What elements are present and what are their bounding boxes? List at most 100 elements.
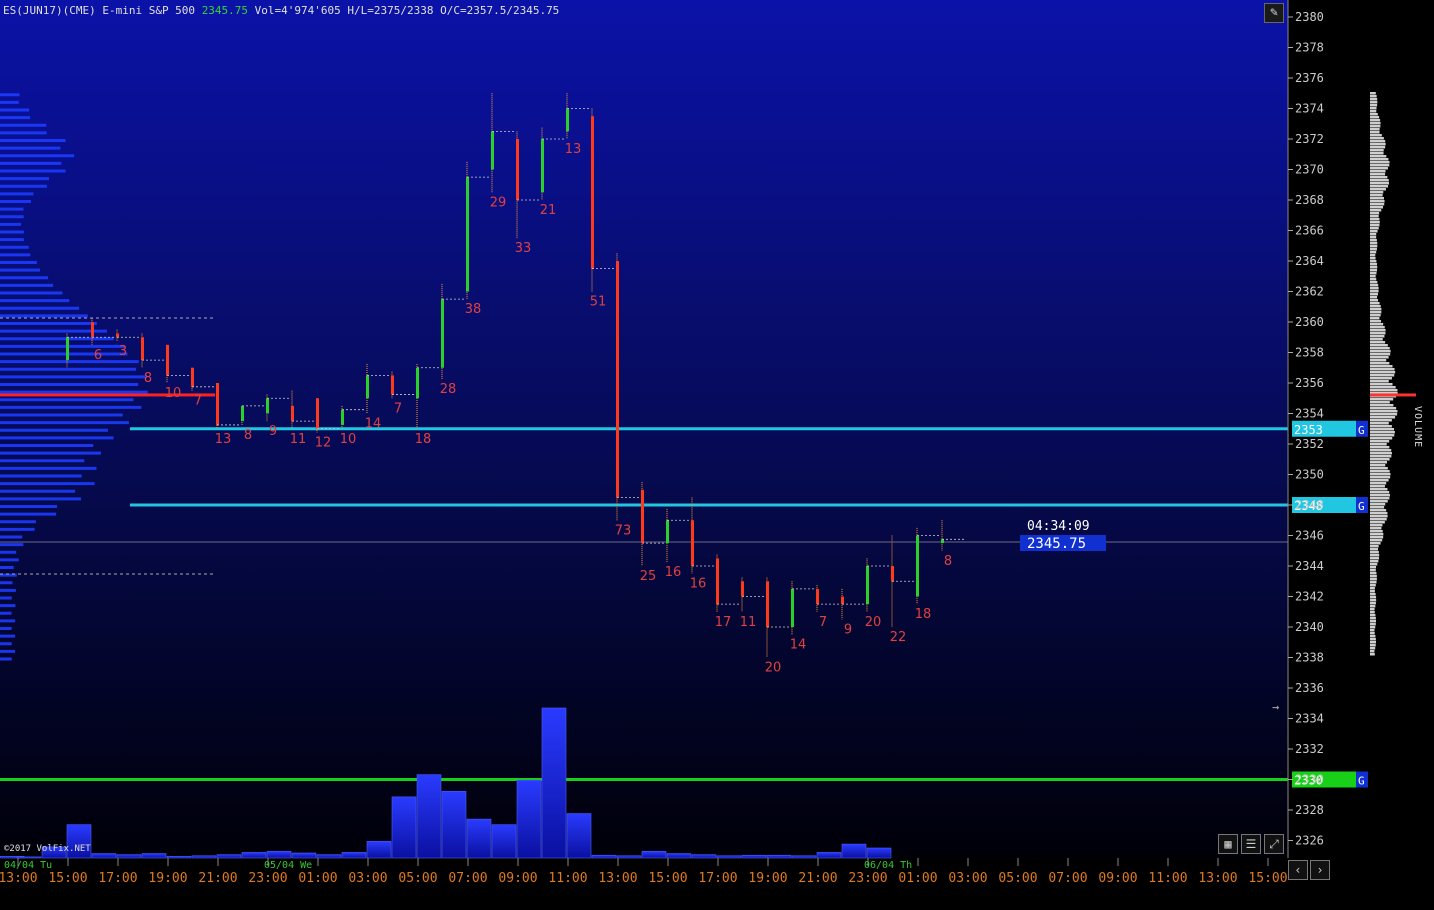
rprofile-row (1370, 500, 1388, 503)
volume-bar (491, 824, 517, 859)
rprofile-row (1370, 101, 1378, 104)
rprofile-row (1370, 398, 1394, 401)
bar-count: 11 (290, 432, 307, 447)
bar-count: 18 (915, 607, 932, 622)
scroll-right-icon[interactable]: › (1310, 860, 1330, 880)
profile-row (0, 268, 41, 272)
time-tick-label: 13:00 (1198, 871, 1237, 886)
bar-body (341, 409, 344, 425)
rprofile-row (1370, 293, 1378, 296)
countdown: 04:34:09 (1027, 519, 1090, 534)
profile-row (0, 200, 31, 203)
rprofile-row (1370, 506, 1385, 509)
rprofile-row (1370, 365, 1393, 368)
bar-body (316, 398, 319, 429)
rprofile-row (1370, 587, 1375, 590)
rprofile-row (1370, 191, 1384, 194)
rprofile-row (1370, 275, 1376, 278)
profile-row (0, 505, 58, 508)
rprofile-row (1370, 188, 1386, 191)
rprofile-row (1370, 521, 1385, 524)
rprofile-row (1370, 155, 1387, 158)
profile-row (0, 436, 114, 440)
rprofile-row (1370, 491, 1390, 494)
rprofile-row (1370, 245, 1378, 248)
profile-row (0, 604, 16, 608)
profile-row (0, 306, 80, 310)
profile-row (0, 421, 129, 425)
rprofile-row (1370, 611, 1375, 614)
profile-row (0, 245, 29, 249)
profile-row (0, 123, 47, 127)
profile-row (0, 253, 31, 257)
price-tick-label: 2340 (1295, 620, 1324, 634)
grid-icon[interactable]: ▦ (1218, 834, 1238, 854)
time-tick-label: 23:00 (848, 871, 887, 886)
bar-count: 10 (340, 432, 357, 447)
price-chart[interactable]: 2353 G2348 G2330 G 6 3810713 8 911 12 1014718283… (0, 0, 1434, 910)
rprofile-row (1370, 353, 1391, 356)
profile-row (0, 535, 23, 539)
rprofile-row (1370, 161, 1390, 164)
profile-row (0, 161, 62, 165)
volume-bar (741, 854, 767, 859)
price-tick-label: 2354 (1295, 407, 1324, 421)
rprofile-row (1370, 107, 1377, 110)
profile-row (0, 466, 97, 470)
bar-count: 73 (615, 523, 632, 538)
bar-count: 25 (640, 569, 657, 584)
bar-body (891, 566, 894, 582)
rprofile-row (1370, 410, 1398, 413)
bar-count: 14 (365, 417, 382, 432)
rprofile-row (1370, 122, 1381, 125)
bar-body (166, 344, 169, 376)
rprofile-row (1370, 380, 1389, 383)
rprofile-row (1370, 374, 1395, 377)
rprofile-row (1370, 362, 1390, 365)
price-tick-label: 2374 (1295, 102, 1324, 116)
price-tick-label: 2352 (1295, 437, 1324, 451)
pencil-icon[interactable]: ✎ (1264, 3, 1284, 23)
fullscreen-icon[interactable]: ⤢ (1264, 834, 1284, 854)
bar-body (116, 333, 119, 338)
rprofile-row (1370, 416, 1396, 419)
bar-body (91, 322, 94, 338)
price-tick-label: 2330 (1295, 773, 1324, 787)
rprofile-row (1370, 272, 1377, 275)
chart-window: 2353 G 2348 G 2330 G 6 3 8 10 7 13 8 9 11 12 10 14 7 18 28 3… (0, 0, 1434, 910)
axis-arrow-icon[interactable]: → (1272, 700, 1279, 714)
rprofile-row (1370, 386, 1396, 389)
volume-bar (766, 854, 792, 859)
rprofile-row (1370, 341, 1386, 344)
rprofile-row (1370, 443, 1387, 446)
list-icon[interactable]: ☰ (1241, 834, 1261, 854)
volume-bar (541, 707, 567, 859)
bar-count: 16 (665, 565, 682, 580)
bar-count: 11 (740, 615, 757, 630)
profile-row (0, 482, 95, 486)
price-tick-label: 2350 (1295, 468, 1324, 482)
rprofile-row (1370, 149, 1384, 152)
profile-row (0, 520, 36, 524)
rprofile-row (1370, 620, 1377, 623)
bar-body (866, 566, 869, 605)
bar-body (791, 588, 794, 627)
rprofile-row (1370, 467, 1388, 470)
price-tick-label: 2368 (1295, 193, 1324, 207)
rprofile-row (1370, 209, 1382, 212)
rprofile-row (1370, 179, 1389, 182)
rprofile-row (1370, 557, 1380, 560)
profile-row (0, 100, 19, 104)
rprofile-row (1370, 326, 1385, 329)
rprofile-row (1370, 368, 1395, 371)
rprofile-row (1370, 473, 1391, 476)
profile-row (0, 543, 24, 547)
volume-bar (141, 853, 167, 859)
price-tick-label: 2380 (1295, 10, 1324, 24)
rprofile-row (1370, 215, 1379, 218)
rprofile-row (1370, 230, 1378, 233)
scroll-left-icon[interactable]: ‹ (1288, 860, 1308, 880)
time-tick-label: 17:00 (98, 871, 137, 886)
bar-count: 10 (165, 386, 182, 401)
rprofile-row (1370, 497, 1390, 500)
